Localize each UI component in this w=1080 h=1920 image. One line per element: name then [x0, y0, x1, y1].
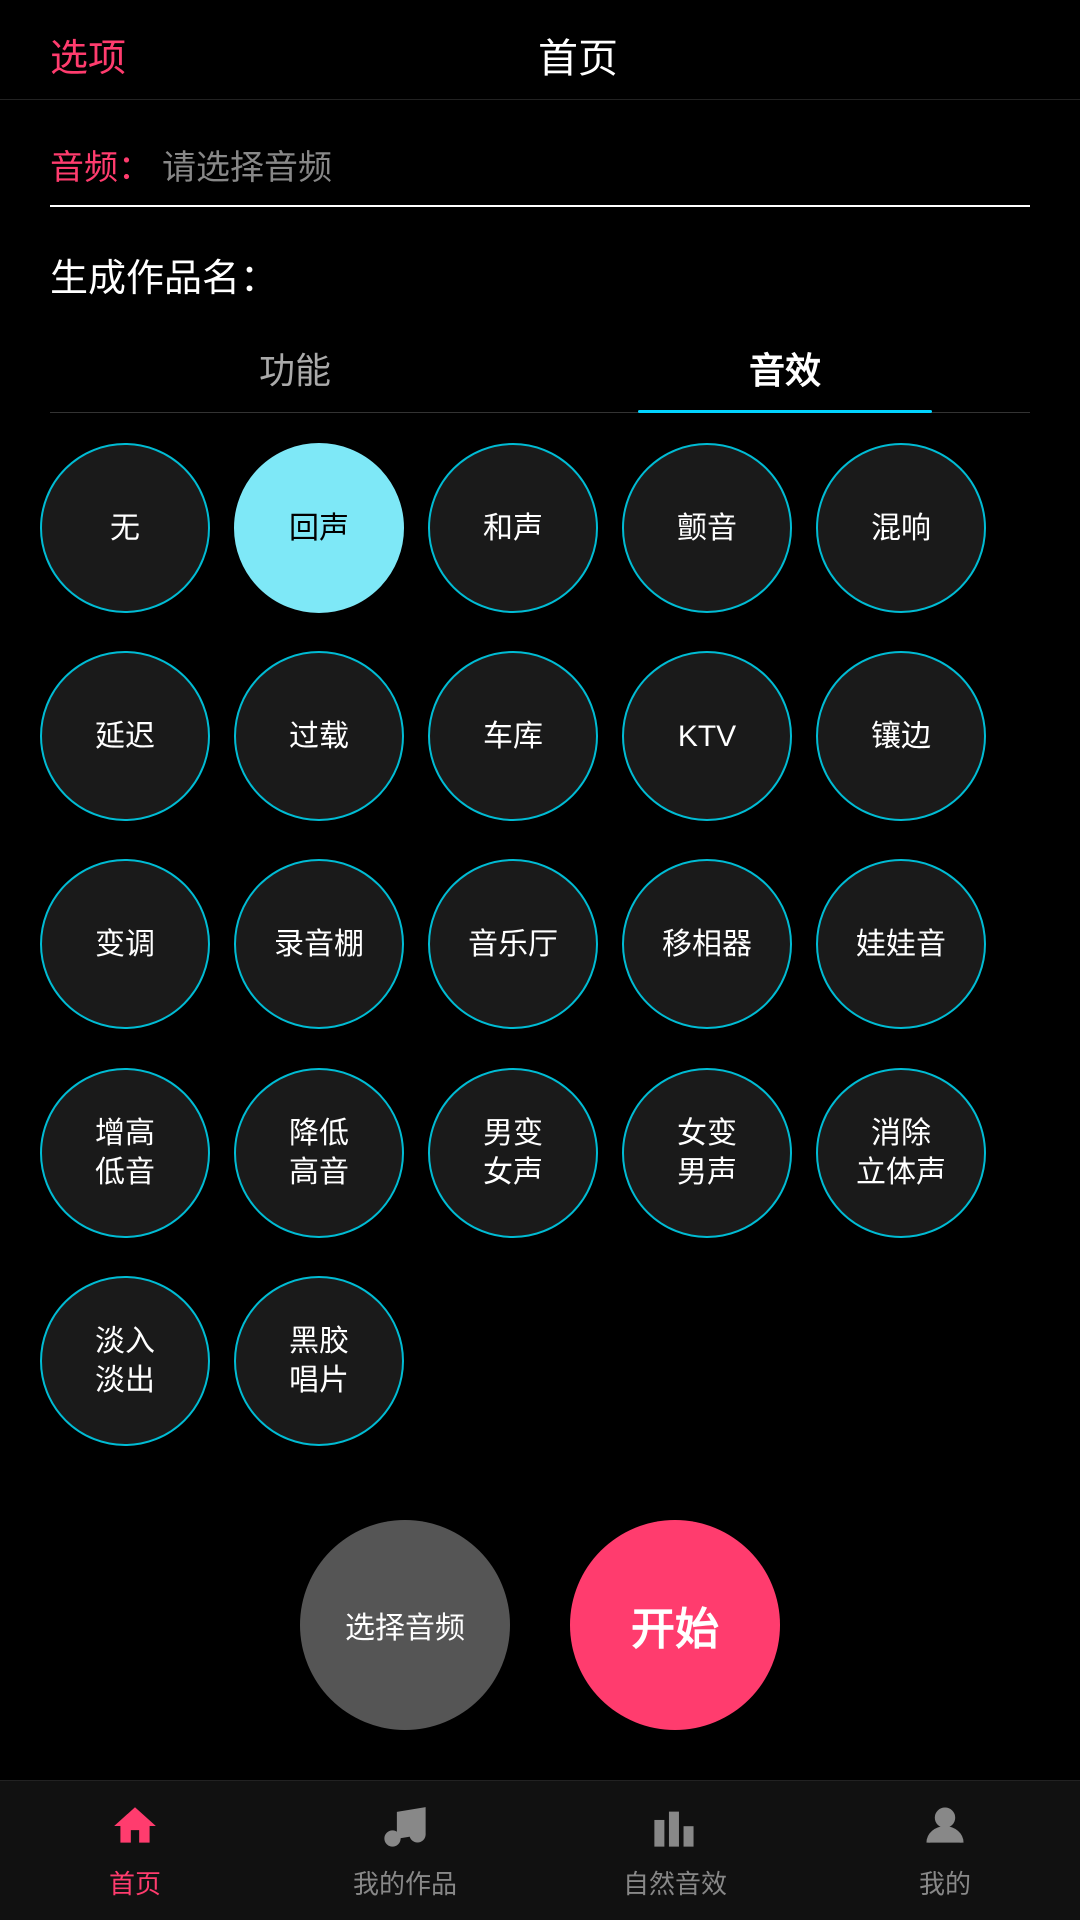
effect-btn-chipmunk[interactable]: 娃娃音	[816, 859, 986, 1029]
bottom-nav-mine-label: 我的	[919, 1864, 971, 1901]
effect-btn-bass-boost[interactable]: 增高 低音	[40, 1068, 210, 1238]
user-icon	[920, 1801, 970, 1856]
home-icon	[110, 1801, 160, 1856]
effect-btn-reverb[interactable]: 混响	[816, 443, 986, 613]
effect-btn-treble-cut[interactable]: 降低 高音	[234, 1068, 404, 1238]
effects-grid: 无回声和声颤音混响延迟过载车库KTV镶边变调录音棚音乐厅移相器娃娃音增高 低音降…	[0, 413, 1080, 1490]
audio-selector[interactable]: 音频： 请选择音频	[50, 140, 1030, 207]
bottom-nav: 首页 我的作品 自然音效 我的	[0, 1780, 1080, 1920]
bottom-nav-home[interactable]: 首页	[0, 1781, 270, 1920]
effect-btn-pitch[interactable]: 变调	[40, 859, 210, 1029]
bottom-nav-works[interactable]: 我的作品	[270, 1781, 540, 1920]
effect-btn-delay[interactable]: 延迟	[40, 651, 210, 821]
select-audio-button[interactable]: 选择音频	[300, 1520, 510, 1730]
options-button[interactable]: 选项	[50, 27, 126, 82]
effect-btn-phaser[interactable]: 移相器	[622, 859, 792, 1029]
audio-placeholder: 请选择音频	[162, 140, 332, 189]
bottom-nav-home-label: 首页	[109, 1864, 161, 1901]
bottom-nav-works-label: 我的作品	[353, 1864, 457, 1901]
tabs-container: 功能 音效	[50, 322, 1030, 413]
effect-btn-female-male[interactable]: 女变 男声	[622, 1068, 792, 1238]
effect-btn-male-female[interactable]: 男变 女声	[428, 1068, 598, 1238]
top-nav: 选项 首页	[0, 0, 1080, 100]
effect-btn-vinyl[interactable]: 黑胶 唱片	[234, 1276, 404, 1446]
tab-function[interactable]: 功能	[50, 322, 540, 412]
music-note-icon	[380, 1801, 430, 1856]
tab-effect[interactable]: 音效	[540, 322, 1030, 412]
work-name-label: 生成作品名：	[50, 247, 1030, 302]
bottom-nav-natural[interactable]: 自然音效	[540, 1781, 810, 1920]
page-title: 首页	[538, 26, 618, 84]
bar-chart-icon	[650, 1801, 700, 1856]
effect-btn-none[interactable]: 无	[40, 443, 210, 613]
effect-btn-ktv[interactable]: KTV	[622, 651, 792, 821]
start-button[interactable]: 开始	[570, 1520, 780, 1730]
effect-btn-overdrive[interactable]: 过载	[234, 651, 404, 821]
bottom-actions: 选择音频 开始	[0, 1490, 1080, 1780]
bottom-nav-natural-label: 自然音效	[623, 1864, 727, 1901]
effect-btn-fade[interactable]: 淡入 淡出	[40, 1276, 210, 1446]
effect-btn-tremolo[interactable]: 颤音	[622, 443, 792, 613]
effect-btn-remove-stereo[interactable]: 消除 立体声	[816, 1068, 986, 1238]
bottom-nav-mine[interactable]: 我的	[810, 1781, 1080, 1920]
effect-btn-studio[interactable]: 录音棚	[234, 859, 404, 1029]
effect-btn-garage[interactable]: 车库	[428, 651, 598, 821]
effect-btn-harmony[interactable]: 和声	[428, 443, 598, 613]
audio-label: 音频：	[50, 140, 152, 189]
effect-btn-hall[interactable]: 音乐厅	[428, 859, 598, 1029]
effect-btn-echo[interactable]: 回声	[234, 443, 404, 613]
effect-btn-flange[interactable]: 镶边	[816, 651, 986, 821]
